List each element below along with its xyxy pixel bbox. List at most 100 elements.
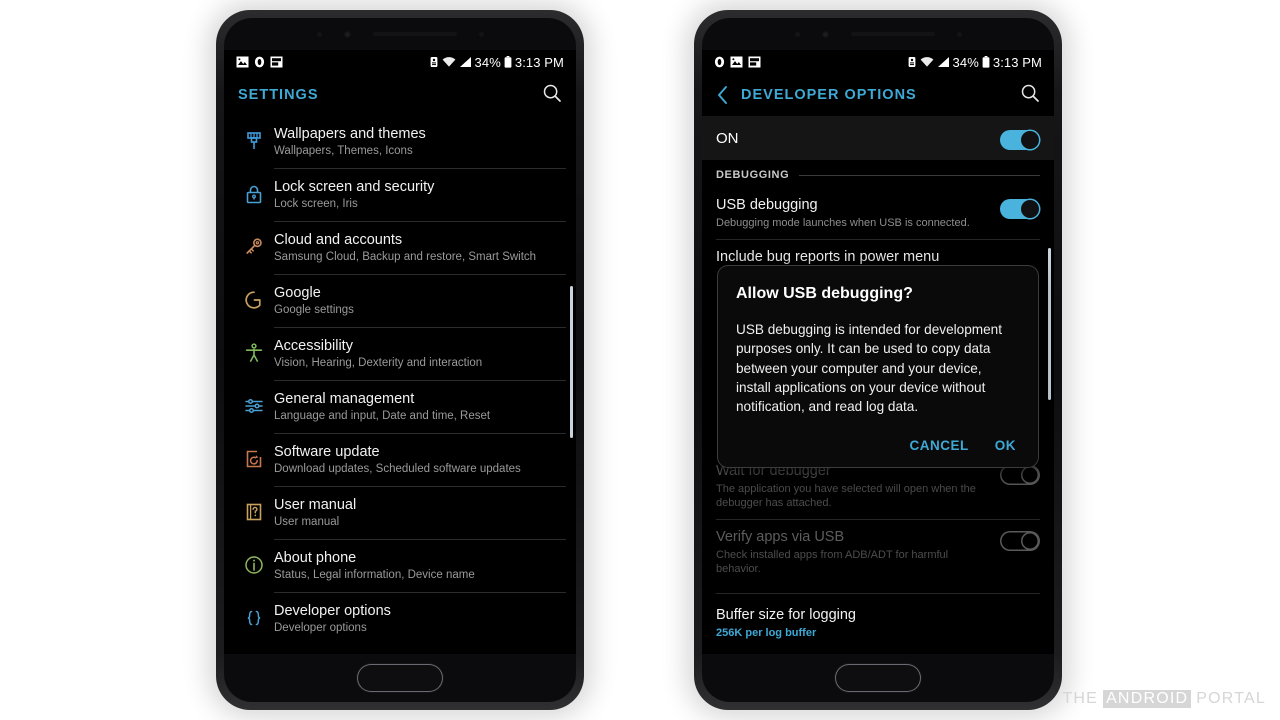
battery-percent: 34% (952, 54, 979, 70)
usb-debugging-toggle[interactable] (1000, 199, 1040, 219)
settings-row-about-phone[interactable]: About phone Status, Legal information, D… (224, 540, 576, 592)
master-switch-toggle[interactable] (1000, 129, 1040, 150)
sliders-icon (234, 390, 274, 417)
alarm-icon (430, 57, 437, 67)
light-sensor-icon (478, 31, 484, 37)
master-switch-label: ON (716, 129, 739, 147)
battery-icon (982, 56, 990, 68)
settings-row-title: Google (274, 285, 321, 301)
dev-row-title: USB debugging (716, 197, 818, 213)
phone-left-top-bezel (224, 18, 576, 50)
watermark-pre: THE (1062, 690, 1099, 707)
wait-for-debugger-toggle[interactable] (1000, 465, 1040, 485)
key-icon (234, 231, 274, 258)
dev-row-subtitle: Check installed apps from ADB/ADT for ha… (716, 549, 949, 575)
list-scrollbar[interactable] (570, 286, 573, 438)
screenshot-icon (748, 56, 761, 68)
ok-button[interactable]: OK (995, 438, 1016, 453)
cancel-button[interactable]: CANCEL (910, 438, 969, 453)
light-sensor-icon (956, 31, 962, 37)
dev-row-verify-apps-via-usb[interactable]: Verify apps via USB Check installed apps… (702, 520, 1054, 585)
lock-icon (234, 178, 274, 205)
signal-icon (937, 57, 949, 67)
settings-row-subtitle: Lock screen, Iris (274, 198, 358, 210)
phone-left-screen: 34% 3:13 PM SETTINGS Wallpapers and them… (224, 50, 576, 654)
info-icon (234, 549, 274, 576)
dev-row-title: Buffer size for logging (716, 607, 856, 623)
phone-right: 34% 3:13 PM DEVELOPER OPTIONS ON DEBUGGI… (694, 10, 1062, 710)
dev-row-subtitle: Debugging mode launches when USB is conn… (716, 217, 970, 229)
settings-row-cloud-and-accounts[interactable]: Cloud and accounts Samsung Cloud, Backup… (224, 222, 576, 274)
settings-row-lock-screen-and-security[interactable]: Lock screen and security Lock screen, Ir… (224, 169, 576, 221)
settings-row-subtitle: Vision, Hearing, Dexterity and interacti… (274, 357, 483, 369)
proximity-sensor-icon (316, 31, 322, 37)
phone-left: 34% 3:13 PM SETTINGS Wallpapers and them… (216, 10, 584, 710)
phone-left-body: 34% 3:13 PM SETTINGS Wallpapers and them… (224, 18, 576, 702)
settings-row-software-update[interactable]: Software update Download updates, Schedu… (224, 434, 576, 486)
clock: 3:13 PM (992, 54, 1042, 70)
image-icon (730, 56, 743, 68)
status-system-icons: 34% 3:13 PM (907, 55, 1042, 70)
settings-row-title: About phone (274, 550, 357, 566)
phone-right-bottom-bezel (702, 654, 1054, 702)
settings-row-subtitle: Developer options (274, 622, 367, 634)
dialog-title: Allow USB debugging? (736, 285, 913, 302)
dev-row-usb-debugging[interactable]: USB debugging Debugging mode launches wh… (702, 188, 1054, 239)
alarm-icon (908, 57, 915, 67)
status-bar-right: 34% 3:13 PM (702, 50, 1054, 74)
settings-row-subtitle: Language and input, Date and time, Reset (274, 410, 491, 422)
page-title: SETTINGS (238, 87, 319, 103)
allow-usb-debugging-dialog: Allow USB debugging? USB debugging is in… (718, 266, 1038, 468)
dev-row-subtitle: 256K per log buffer (716, 627, 817, 639)
search-icon[interactable] (542, 83, 562, 108)
verify-apps-toggle[interactable] (1000, 531, 1040, 551)
proximity-sensor-icon (794, 31, 800, 37)
screenshot-icon (270, 56, 283, 68)
home-button[interactable] (357, 664, 443, 692)
settings-row-subtitle: Download updates, Scheduled software upd… (274, 463, 521, 475)
settings-row-google[interactable]: Google Google settings (224, 275, 576, 327)
appbar-settings: SETTINGS (224, 74, 576, 116)
battery-icon (504, 56, 512, 68)
image-icon (236, 56, 249, 68)
settings-row-title: Accessibility (274, 338, 353, 354)
signal-icon (459, 57, 471, 67)
developer-options-master-switch-row[interactable]: ON (702, 116, 1054, 160)
settings-row-subtitle: Status, Legal information, Device name (274, 569, 475, 581)
circle-icon (714, 56, 725, 68)
settings-row-wallpapers[interactable]: Wallpapers and themes Wallpapers, Themes… (224, 116, 576, 168)
settings-row-subtitle: User manual (274, 516, 340, 528)
settings-row-user-manual[interactable]: User manual User manual (224, 487, 576, 539)
phone-right-body: 34% 3:13 PM DEVELOPER OPTIONS ON DEBUGGI… (702, 18, 1054, 702)
dev-row-title: Verify apps via USB (716, 529, 845, 545)
settings-row-developer-options[interactable]: Developer options Developer options (224, 593, 576, 645)
settings-row-title: Software update (274, 444, 380, 460)
phone-left-bottom-bezel (224, 654, 576, 702)
wifi-icon (920, 57, 933, 67)
software-update-icon (234, 443, 274, 470)
home-button[interactable] (835, 664, 921, 692)
settings-row-title: User manual (274, 497, 357, 513)
settings-row-accessibility[interactable]: Accessibility Vision, Hearing, Dexterity… (224, 328, 576, 380)
wifi-icon (442, 57, 455, 67)
front-camera-icon (343, 30, 351, 38)
settings-row-subtitle: Samsung Cloud, Backup and restore, Smart… (274, 251, 537, 263)
settings-row-general-management[interactable]: General management Language and input, D… (224, 381, 576, 433)
list-scrollbar[interactable] (1048, 248, 1051, 400)
settings-row-title: Lock screen and security (274, 179, 435, 195)
watermark-post: PORTAL (1196, 690, 1266, 707)
status-notification-icons (236, 56, 283, 68)
front-camera-icon (821, 30, 829, 38)
search-icon[interactable] (1020, 83, 1040, 108)
dialog-actions: CANCEL OK (736, 438, 1020, 457)
page-title: DEVELOPER OPTIONS (741, 87, 917, 103)
braces-icon (234, 602, 274, 629)
question-box-icon (234, 496, 274, 523)
dev-row-buffer-size-for-logging[interactable]: Buffer size for logging 256K per log buf… (702, 594, 1054, 649)
settings-row-title: Wallpapers and themes (274, 126, 426, 142)
back-chevron-icon[interactable] (716, 85, 729, 105)
accessibility-icon (234, 337, 274, 364)
settings-list[interactable]: Wallpapers and themes Wallpapers, Themes… (224, 116, 576, 654)
dev-row-subtitle: The application you have selected will o… (716, 483, 976, 509)
status-system-icons: 34% 3:13 PM (429, 55, 564, 70)
